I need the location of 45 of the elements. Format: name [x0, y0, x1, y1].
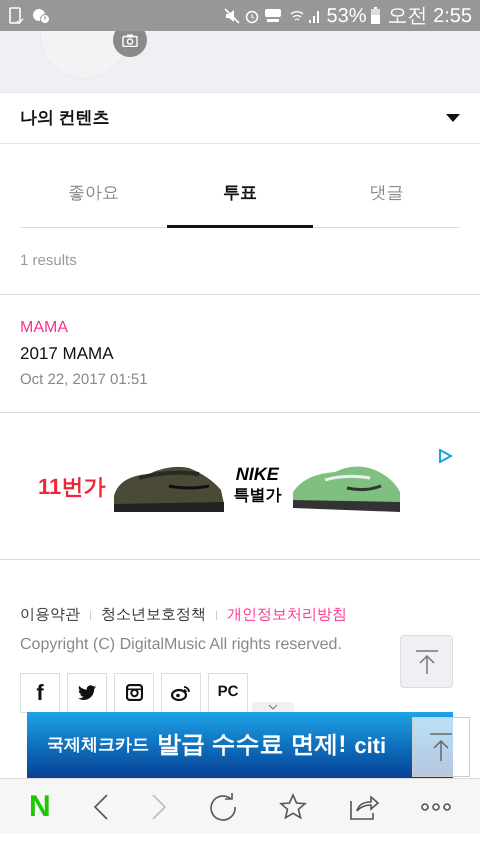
- ad-tagline: 특별가: [233, 486, 282, 506]
- arrow-up-icon: [414, 648, 440, 674]
- hd-voice-icon: [264, 8, 282, 24]
- content-item[interactable]: MAMA 2017 MAMA Oct 22, 2017 01:51: [0, 295, 480, 413]
- footer-link[interactable]: 이용약관: [20, 604, 80, 626]
- mute-icon: [224, 8, 240, 24]
- tab[interactable]: 투표: [166, 160, 314, 228]
- tab[interactable]: 댓글: [313, 160, 460, 228]
- chevron-down-icon: [268, 704, 278, 710]
- banner-headline: 발급 수수료 면제!: [157, 730, 346, 760]
- scroll-top-button[interactable]: [412, 717, 470, 777]
- arrow-up-icon: [428, 732, 454, 762]
- scroll-top-button[interactable]: [400, 635, 453, 688]
- ad-choices-icon[interactable]: [438, 449, 452, 463]
- section-title: 나의 컨텐츠: [20, 107, 110, 130]
- star-icon[interactable]: [278, 792, 307, 820]
- more-icon[interactable]: [420, 802, 451, 812]
- tab[interactable]: 좋아요: [20, 160, 167, 228]
- camera-icon: [122, 34, 138, 46]
- copyright: Copyright (C) DigitalMusic All rights reserved.: [20, 634, 343, 654]
- clock: 오전 2:55: [388, 4, 472, 28]
- camera-button[interactable]: [113, 31, 147, 57]
- footer-link[interactable]: 청소년보호정책: [101, 604, 206, 626]
- share-icon[interactable]: [348, 792, 379, 820]
- battery-icon: [370, 7, 380, 24]
- ad-brand: 11번가: [38, 472, 106, 500]
- weibo-icon: [171, 684, 191, 700]
- item-title: 2017 MAMA: [20, 343, 115, 365]
- results-count: 1 results: [20, 250, 77, 271]
- alert-icon: [32, 6, 50, 24]
- phone-icon: [8, 6, 24, 26]
- instagram-icon: [126, 684, 142, 701]
- refresh-icon[interactable]: [208, 792, 237, 820]
- caret-icon[interactable]: [446, 114, 460, 122]
- ad-logo: NIKE: [236, 464, 279, 484]
- banner-ad[interactable]: 국제체크카드 발급 수수료 면제! citi: [27, 712, 453, 778]
- item-date: Oct 22, 2017 01:51: [20, 370, 149, 390]
- back-icon[interactable]: [92, 792, 109, 820]
- bird-icon: [78, 685, 96, 700]
- advertisement[interactable]: 11번가 NIKE 특별가: [0, 413, 480, 560]
- battery-percent: 53%: [326, 4, 367, 28]
- banner-subtitle: 국제체크카드: [47, 734, 149, 756]
- item-category: MAMA: [20, 318, 69, 338]
- banner-brand: citi: [354, 732, 386, 760]
- collapse-tab[interactable]: [252, 702, 294, 712]
